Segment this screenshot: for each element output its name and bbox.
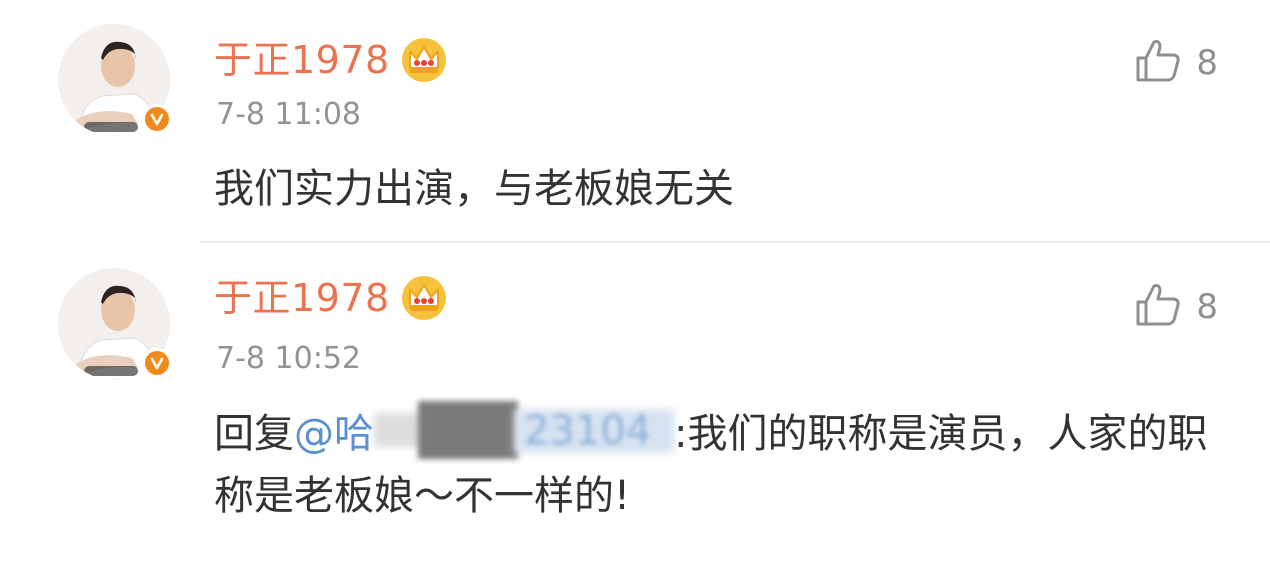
comment-timestamp: 7-8 10:52 bbox=[216, 341, 361, 376]
avatar[interactable] bbox=[58, 268, 172, 380]
divider bbox=[200, 241, 1270, 243]
thumbs-up-icon bbox=[1134, 38, 1182, 88]
thumbs-up-icon bbox=[1134, 282, 1182, 332]
like-count: 8 bbox=[1196, 287, 1218, 327]
mention-tail: 23104 bbox=[524, 408, 652, 454]
username-link[interactable]: 于正1978 bbox=[214, 34, 390, 86]
comment-list: 于正1978 7-8 11:08 我们实力出演，与老板娘无关 8 于正1978 … bbox=[0, 0, 1270, 566]
blurred-mention: 23104 bbox=[374, 401, 674, 459]
reply-prefix: 回复 bbox=[214, 411, 294, 457]
comment-item: 于正1978 7-8 11:08 我们实力出演，与老板娘无关 8 bbox=[0, 0, 1270, 243]
crown-icon bbox=[398, 272, 450, 324]
username-link[interactable]: 于正1978 bbox=[214, 272, 390, 324]
like-count: 8 bbox=[1196, 43, 1218, 83]
username-row: 于正1978 bbox=[214, 34, 450, 86]
comment-text: 回复@哈 23104:我们的职称是演员，人家的职称是老板娘～不一样的! bbox=[214, 401, 1214, 527]
username-row: 于正1978 bbox=[214, 272, 450, 324]
crown-icon bbox=[398, 34, 450, 86]
mention-link[interactable]: @哈 bbox=[294, 411, 374, 457]
like-button[interactable]: 8 bbox=[1134, 282, 1218, 332]
like-button[interactable]: 8 bbox=[1134, 38, 1218, 88]
v-badge-icon bbox=[142, 348, 172, 378]
comment-text: 我们实力出演，与老板娘无关 bbox=[214, 166, 734, 212]
comment-item: 于正1978 7-8 10:52 回复@哈 23104:我们的职称是演员，人家的职… bbox=[0, 244, 1270, 566]
avatar[interactable] bbox=[58, 24, 172, 136]
v-badge-icon bbox=[142, 104, 172, 134]
comment-timestamp: 7-8 11:08 bbox=[216, 97, 361, 132]
